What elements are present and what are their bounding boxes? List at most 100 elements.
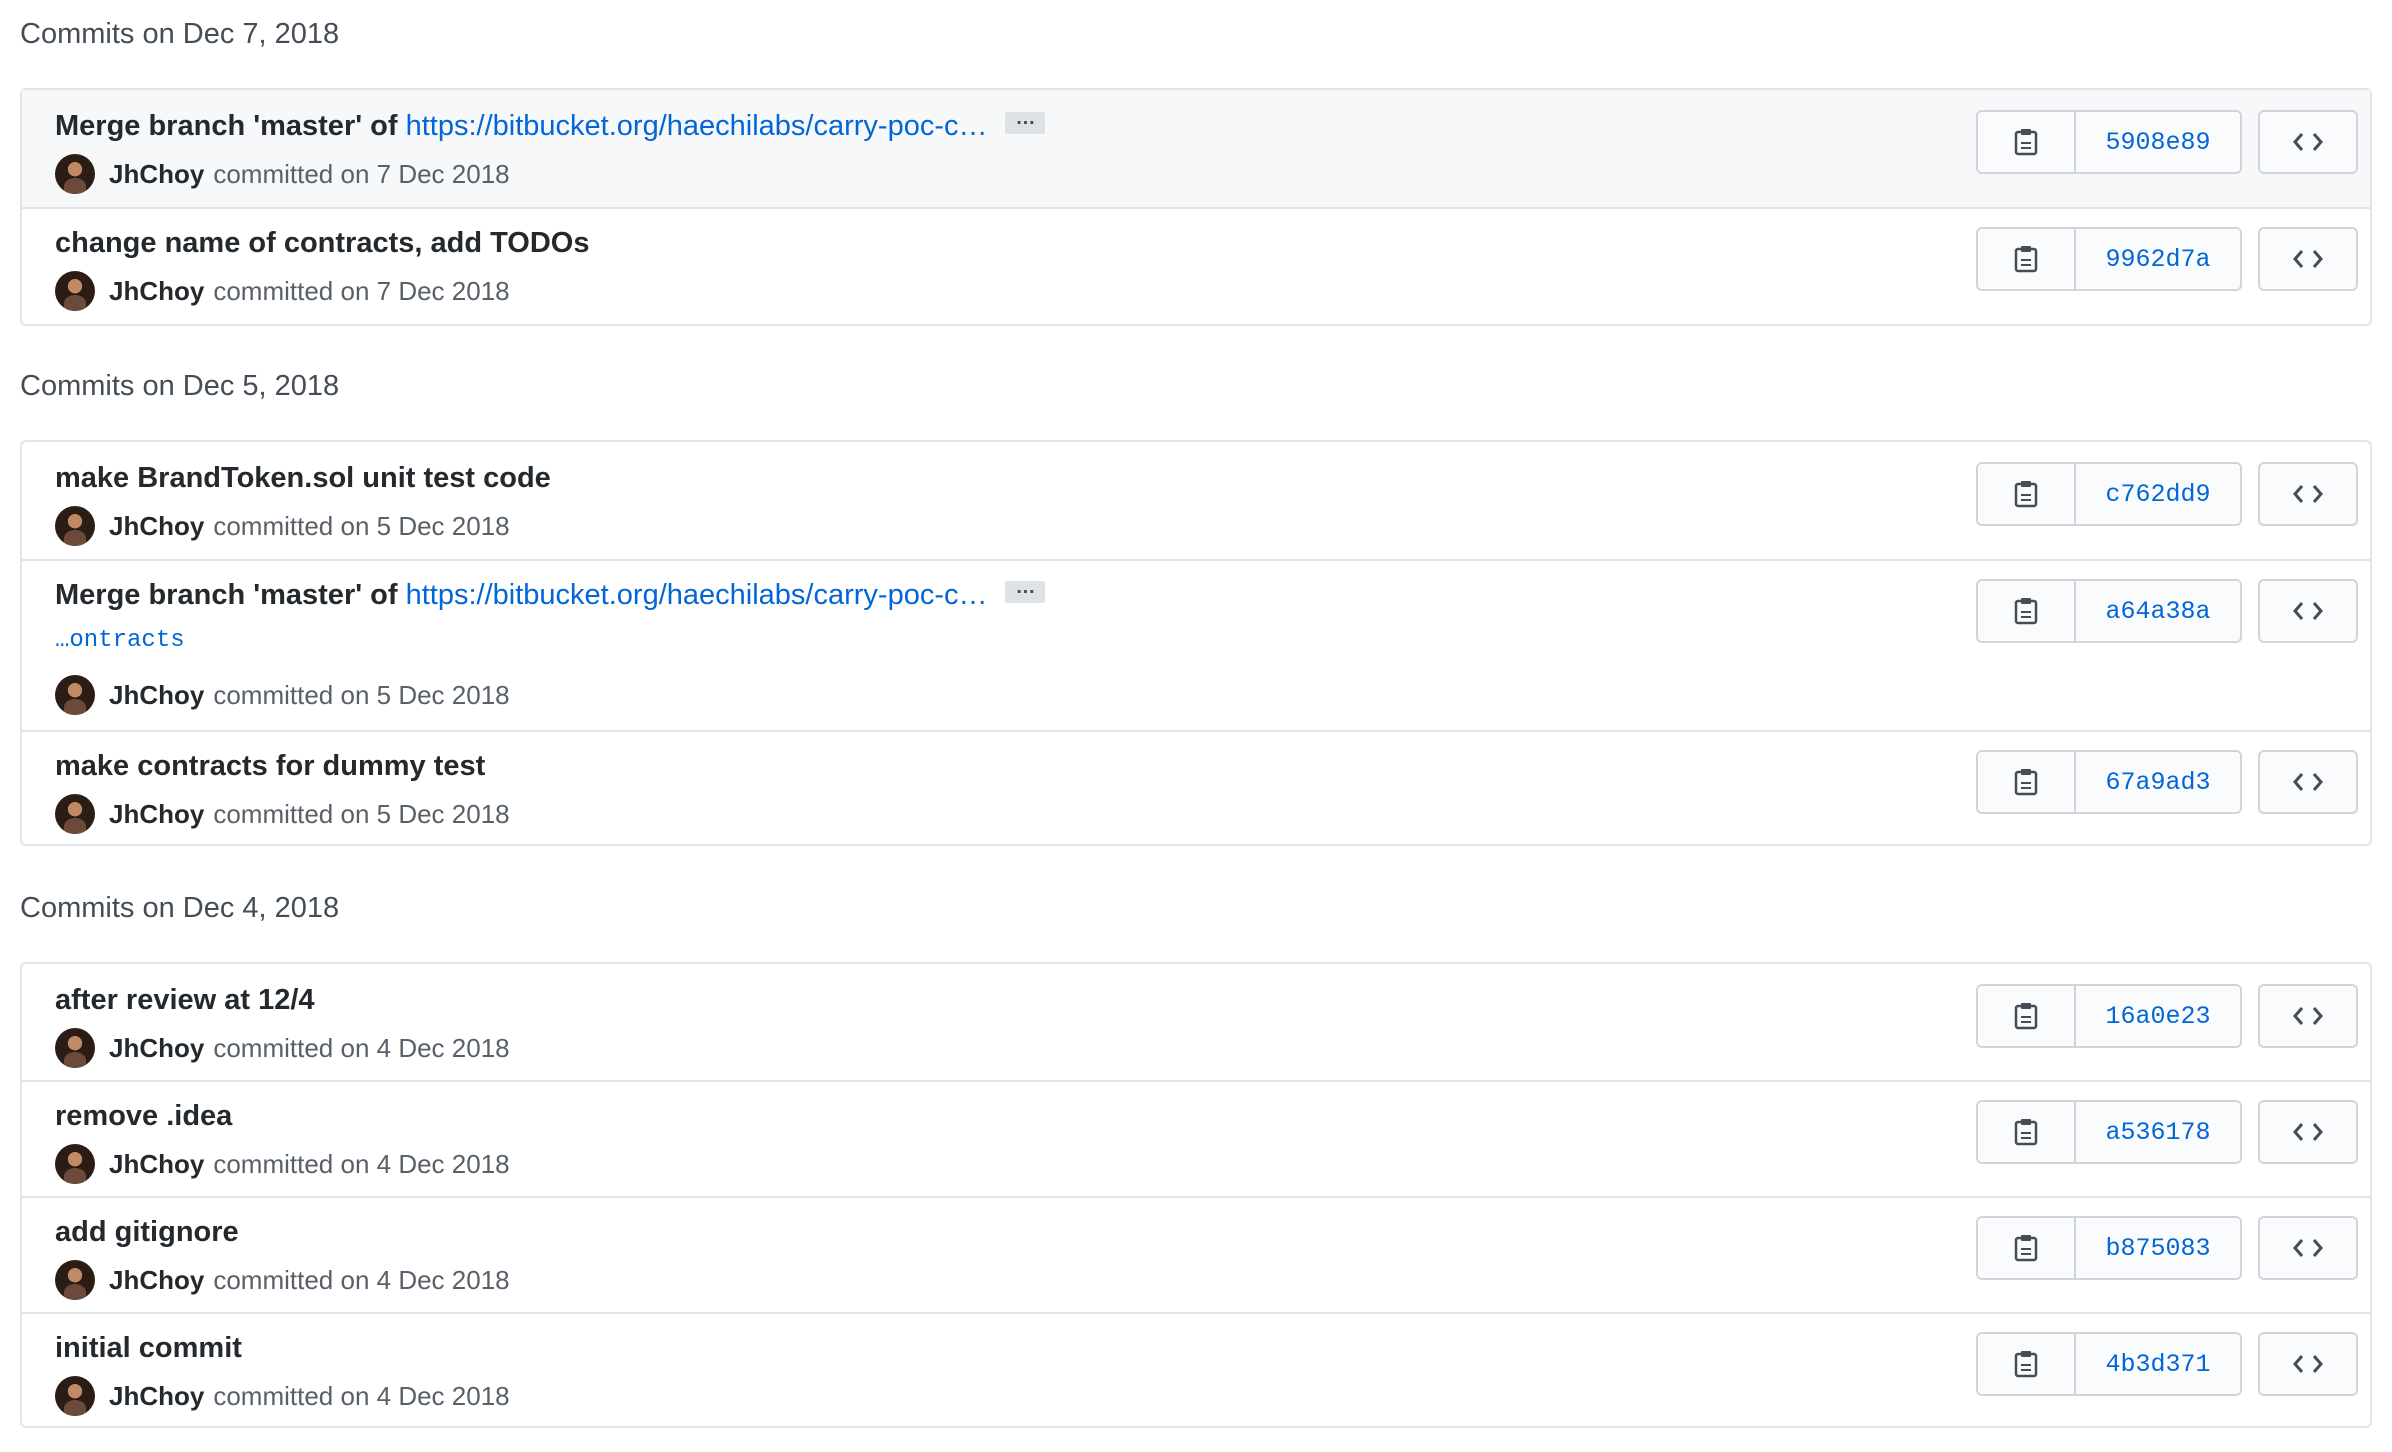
commit-row: initial commit JhChoy committed on 4 Dec… <box>22 1312 2370 1428</box>
copy-sha-button[interactable] <box>1978 464 2076 524</box>
commit-author[interactable]: JhChoy <box>109 1381 204 1412</box>
commit-group-header: Commits on Dec 4, 2018 <box>20 892 340 924</box>
copy-sha-button[interactable] <box>1978 986 2076 1046</box>
commit-author[interactable]: JhChoy <box>109 276 204 307</box>
avatar[interactable] <box>55 1144 95 1184</box>
code-icon <box>2293 1239 2323 1257</box>
commit-date: committed on 5 Dec 2018 <box>213 798 510 829</box>
commit-sha-link[interactable]: c762dd9 <box>2076 464 2240 524</box>
commit-author[interactable]: JhChoy <box>109 799 204 830</box>
commit-date: committed on 5 Dec 2018 <box>213 510 510 541</box>
clipboard-icon <box>2014 246 2038 273</box>
avatar[interactable] <box>55 1376 95 1416</box>
commit-title[interactable]: Merge branch 'master' of https://bitbuck… <box>55 108 1046 143</box>
commit-title[interactable]: after review at 12/4 <box>55 984 315 1017</box>
commit-sha-link[interactable]: 5908e89 <box>2076 112 2240 172</box>
commit-sha-link[interactable]: 9962d7a <box>2076 229 2240 289</box>
clipboard-icon <box>2014 1351 2038 1378</box>
commit-title[interactable]: initial commit <box>55 1332 242 1365</box>
commit-date: committed on 4 Dec 2018 <box>213 1148 510 1179</box>
commit-group-header: Commits on Dec 7, 2018 <box>20 18 340 50</box>
browse-files-button[interactable] <box>2258 110 2358 174</box>
commit-row: add gitignore JhChoy committed on 4 Dec … <box>22 1196 2370 1314</box>
commit-message[interactable]: Merge branch 'master' of <box>55 579 406 611</box>
commit-date: committed on 7 Dec 2018 <box>213 275 510 306</box>
copy-sha-button[interactable] <box>1978 581 2076 641</box>
commit-group-header: Commits on Dec 5, 2018 <box>20 370 340 402</box>
commit-group-list: make BrandToken.sol unit test code JhCho… <box>20 440 2372 846</box>
commit-sha-link[interactable]: a64a38a <box>2076 581 2240 641</box>
avatar[interactable] <box>55 675 95 715</box>
copy-sha-button[interactable] <box>1978 112 2076 172</box>
commit-row: make contracts for dummy test JhChoy com… <box>22 730 2370 848</box>
commit-author[interactable]: JhChoy <box>109 511 204 542</box>
commit-title[interactable]: change name of contracts, add TODOs <box>55 227 589 260</box>
expand-message-button[interactable]: … <box>1005 577 1046 604</box>
commit-button-group: c762dd9 <box>1976 462 2242 526</box>
avatar[interactable] <box>55 271 95 311</box>
code-icon <box>2293 602 2323 620</box>
clipboard-icon <box>2014 769 2038 796</box>
avatar[interactable] <box>55 1028 95 1068</box>
commit-sha-link[interactable]: 4b3d371 <box>2076 1334 2240 1394</box>
commit-sha-link[interactable]: a536178 <box>2076 1102 2240 1162</box>
commit-button-group: 67a9ad3 <box>1976 750 2242 814</box>
commit-row: Merge branch 'master' of https://bitbuck… <box>22 559 2370 732</box>
commit-sha-link[interactable]: 16a0e23 <box>2076 986 2240 1046</box>
commit-date: committed on 4 Dec 2018 <box>213 1032 510 1063</box>
commit-author[interactable]: JhChoy <box>109 1149 204 1180</box>
commit-button-group: b875083 <box>1976 1216 2242 1280</box>
browse-files-button[interactable] <box>2258 227 2358 291</box>
commit-title[interactable]: make contracts for dummy test <box>55 750 485 783</box>
commit-title[interactable]: add gitignore <box>55 1216 239 1249</box>
commit-title[interactable]: Merge branch 'master' of https://bitbuck… <box>55 577 1046 612</box>
browse-files-button[interactable] <box>2258 984 2358 1048</box>
commit-sha-link[interactable]: b875083 <box>2076 1218 2240 1278</box>
commit-date: committed on 7 Dec 2018 <box>213 158 510 189</box>
copy-sha-button[interactable] <box>1978 752 2076 812</box>
clipboard-icon <box>2014 1119 2038 1146</box>
browse-files-button[interactable] <box>2258 750 2358 814</box>
browse-files-button[interactable] <box>2258 1216 2358 1280</box>
avatar[interactable] <box>55 794 95 834</box>
commit-button-group: 9962d7a <box>1976 227 2242 291</box>
browse-files-button[interactable] <box>2258 462 2358 526</box>
commit-message-link[interactable]: https://bitbucket.org/haechilabs/carry-p… <box>406 110 988 142</box>
browse-files-button[interactable] <box>2258 1332 2358 1396</box>
commit-title[interactable]: remove .idea <box>55 1100 232 1133</box>
commit-author[interactable]: JhChoy <box>109 680 204 711</box>
commit-meta: JhChoy committed on 4 Dec 2018 <box>55 1260 510 1300</box>
clipboard-icon <box>2014 129 2038 156</box>
commit-button-group: a536178 <box>1976 1100 2242 1164</box>
commit-author[interactable]: JhChoy <box>109 159 204 190</box>
commit-button-group: 16a0e23 <box>1976 984 2242 1048</box>
commit-message-link[interactable]: https://bitbucket.org/haechilabs/carry-p… <box>406 579 988 611</box>
commit-title[interactable]: make BrandToken.sol unit test code <box>55 462 551 495</box>
code-icon <box>2293 1123 2323 1141</box>
code-icon <box>2293 485 2323 503</box>
commit-author[interactable]: JhChoy <box>109 1033 204 1064</box>
code-icon <box>2293 250 2323 268</box>
copy-sha-button[interactable] <box>1978 1334 2076 1394</box>
commit-group-list: Merge branch 'master' of https://bitbuck… <box>20 88 2372 326</box>
code-icon <box>2293 1355 2323 1373</box>
commit-group-list: after review at 12/4 JhChoy committed on… <box>20 962 2372 1428</box>
commit-sha-link[interactable]: 67a9ad3 <box>2076 752 2240 812</box>
commit-button-group: 4b3d371 <box>1976 1332 2242 1396</box>
avatar[interactable] <box>55 154 95 194</box>
browse-files-button[interactable] <box>2258 1100 2358 1164</box>
commit-message-continuation[interactable]: …ontracts <box>55 627 185 654</box>
commit-message[interactable]: Merge branch 'master' of <box>55 110 406 142</box>
browse-files-button[interactable] <box>2258 579 2358 643</box>
copy-sha-button[interactable] <box>1978 229 2076 289</box>
commit-date: committed on 4 Dec 2018 <box>213 1380 510 1411</box>
copy-sha-button[interactable] <box>1978 1218 2076 1278</box>
commit-button-group: 5908e89 <box>1976 110 2242 174</box>
commit-author[interactable]: JhChoy <box>109 1265 204 1296</box>
expand-message-button[interactable]: … <box>1005 108 1046 135</box>
avatar[interactable] <box>55 1260 95 1300</box>
code-icon <box>2293 133 2323 151</box>
avatar[interactable] <box>55 506 95 546</box>
copy-sha-button[interactable] <box>1978 1102 2076 1162</box>
commit-date: committed on 4 Dec 2018 <box>213 1264 510 1295</box>
